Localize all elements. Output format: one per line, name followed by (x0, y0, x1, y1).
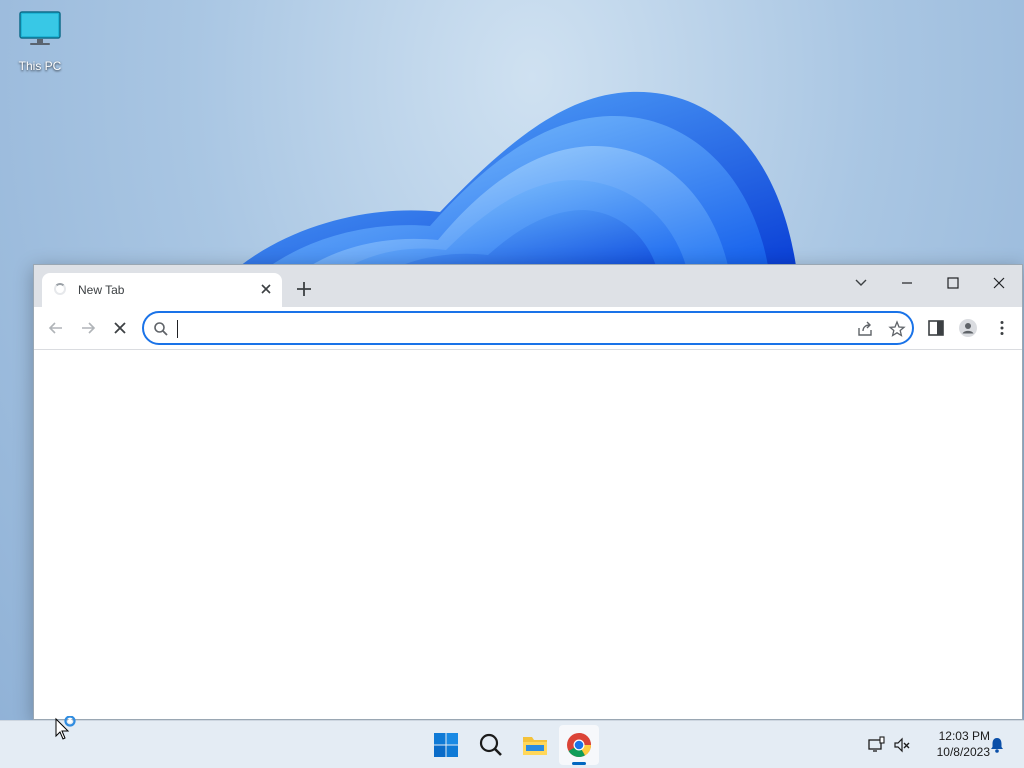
side-panel-icon[interactable] (926, 318, 946, 338)
mouse-cursor-busy-icon (55, 716, 76, 740)
chrome-icon[interactable] (566, 732, 592, 758)
search-icon (154, 322, 168, 336)
clock-time: 12:03 PM (938, 729, 990, 743)
arrow-left-icon[interactable] (46, 318, 66, 338)
active-app-indicator (572, 762, 586, 765)
tab-close-icon[interactable] (258, 281, 274, 297)
address-input[interactable] (176, 317, 840, 341)
network-icon[interactable] (867, 736, 885, 754)
chrome-window: New Tab (33, 264, 1023, 720)
desktop-icon-this-pc[interactable]: This PC (10, 10, 70, 73)
search-icon[interactable] (478, 732, 504, 758)
maximize-icon[interactable] (939, 271, 967, 295)
clock-date: 10/8/2023 (936, 745, 990, 759)
toolbar (34, 307, 1022, 350)
folder-icon[interactable] (522, 732, 548, 758)
tab-title: New Tab (78, 283, 125, 297)
loading-spinner-icon (54, 283, 66, 295)
minimize-icon[interactable] (893, 271, 921, 295)
stop-x-icon[interactable] (110, 318, 130, 338)
desktop-icon-label: This PC (18, 59, 62, 73)
volume-muted-icon[interactable] (893, 736, 911, 754)
tab-search-icon[interactable] (847, 271, 875, 295)
page-content (34, 350, 1022, 719)
clock[interactable]: 12:03 PM 10/8/2023 (918, 728, 990, 760)
text-caret (177, 320, 178, 338)
close-icon[interactable] (985, 271, 1013, 295)
taskbar: 12:03 PM 10/8/2023 (0, 720, 1024, 768)
tab-new-tab[interactable]: New Tab (42, 273, 282, 307)
title-bar[interactable]: New Tab (34, 265, 1022, 307)
monitor-icon (19, 11, 61, 45)
desktop: This PC New Tab 12:03 PM 10/8/2023 (0, 0, 1024, 768)
windows-logo-icon[interactable] (433, 732, 459, 758)
notification-bell-icon[interactable] (988, 736, 1006, 754)
kebab-menu-icon[interactable] (992, 318, 1012, 338)
new-tab-plus-icon[interactable] (294, 279, 314, 299)
address-bar[interactable] (142, 311, 914, 345)
star-icon[interactable] (888, 320, 906, 338)
profile-icon[interactable] (958, 318, 978, 338)
arrow-right-icon[interactable] (78, 318, 98, 338)
share-icon[interactable] (856, 320, 874, 338)
